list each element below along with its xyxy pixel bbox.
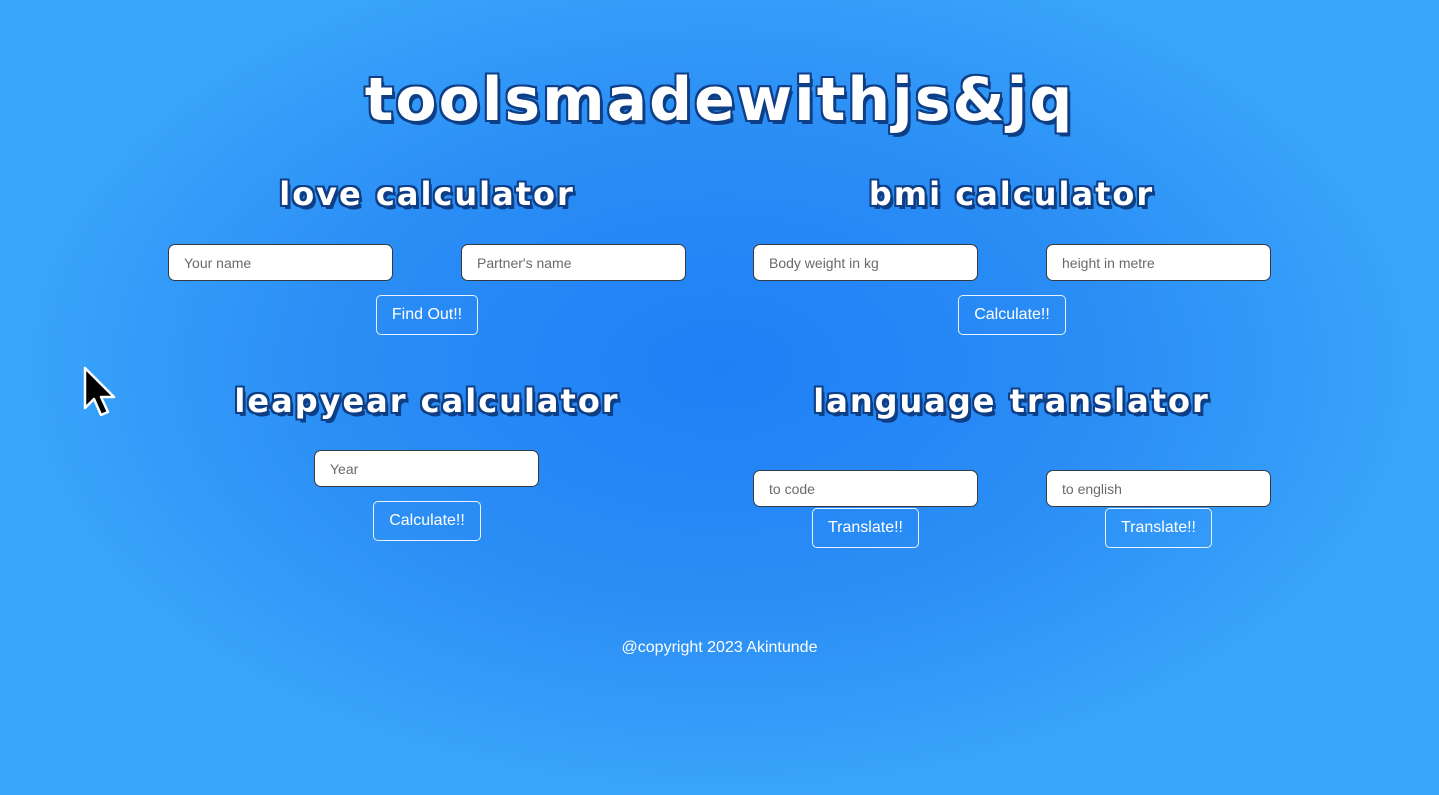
bmi-calculate-button[interactable]: Calculate!! bbox=[958, 295, 1066, 335]
love-calculator-title: love calculator bbox=[279, 175, 575, 213]
copyright-text: @copyright 2023 Akintunde bbox=[621, 639, 818, 656]
leapyear-calculate-button[interactable]: Calculate!! bbox=[373, 501, 481, 541]
to-code-input[interactable] bbox=[753, 470, 978, 507]
language-translator-title: language translator bbox=[813, 382, 1210, 420]
your-name-input[interactable] bbox=[168, 244, 393, 281]
page-title: toolsmadewithjs&jq bbox=[364, 65, 1075, 135]
find-out-button[interactable]: Find Out!! bbox=[376, 295, 478, 335]
body-weight-input[interactable] bbox=[753, 244, 978, 281]
leapyear-calculator-title: leapyear calculator bbox=[234, 382, 620, 420]
year-input[interactable] bbox=[314, 450, 539, 487]
partner-name-input[interactable] bbox=[461, 244, 686, 281]
translate-to-code-button[interactable]: Translate!! bbox=[812, 508, 919, 548]
arrow-cursor-icon bbox=[83, 366, 116, 417]
translate-to-english-button[interactable]: Translate!! bbox=[1105, 508, 1212, 548]
height-input[interactable] bbox=[1046, 244, 1271, 281]
to-english-input[interactable] bbox=[1046, 470, 1271, 507]
bmi-calculator-title: bmi calculator bbox=[868, 175, 1155, 213]
